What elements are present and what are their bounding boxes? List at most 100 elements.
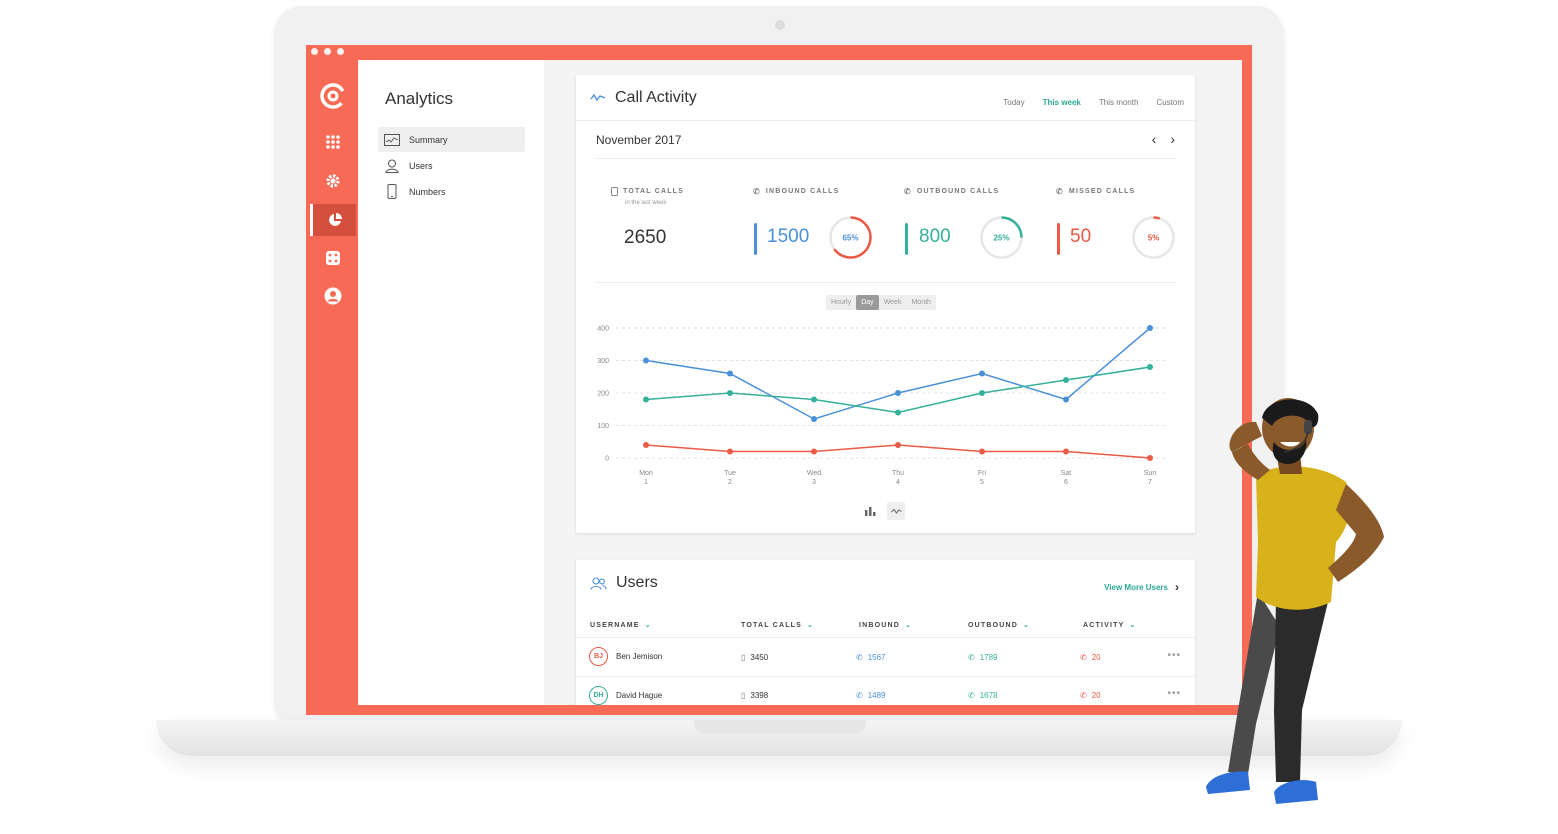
table-row[interactable]: DH David Hague ▯ 3398 ✆ 1489 ✆ 1678 ✆ 20 ••• [576,677,1195,705]
grid-icon[interactable] [310,126,356,158]
more-icon[interactable]: ••• [1167,688,1181,699]
divider [576,120,1195,121]
card-title: Call Activity [615,89,697,106]
outbound-ring: 25% [980,216,1023,259]
x-tick-sublabel: 6 [1064,479,1068,486]
stat-outbound-label: ✆ OUTBOUND CALLS [904,187,999,196]
granularity-week[interactable]: Week [879,295,907,310]
data-point [1063,396,1069,403]
user-icon[interactable] [310,280,356,312]
avatar: BJ [589,647,608,666]
tab-this-month[interactable]: This month [1099,98,1139,107]
stat-label-text: TOTAL CALLS [623,188,685,195]
chevron-down-icon: ⌄ [807,622,815,629]
stat-inbound-value: 1500 [767,226,810,247]
inbound-cell: ✆ 1567 [856,653,886,662]
activity-value: 20 [1091,653,1101,662]
phone-icon: ▯ [741,653,746,662]
x-tick-label: Tue [724,470,736,477]
more-icon[interactable]: ••• [1167,650,1181,661]
inbound-cell: ✆ 1489 [856,691,886,700]
chart-icon [384,133,400,146]
data-point [811,416,817,422]
sidebar-item-users[interactable]: Users [378,153,525,178]
column-activity[interactable]: ACTIVITY ⌄ [1083,621,1137,630]
y-tick-label: 0 [605,456,609,463]
activity-cell: ✆ 20 [1080,653,1101,662]
series-line-0 [645,327,1151,420]
column-total-calls[interactable]: TOTAL CALLS ⌄ [741,621,815,630]
dice-icon[interactable] [310,242,356,274]
user-cell: BJ Ben Jemison [589,647,662,666]
x-tick-label: Sat [1061,470,1072,477]
sidebar-item-numbers[interactable]: Numbers [378,179,525,204]
chevron-left-icon[interactable]: ‹ [1152,131,1157,147]
y-tick-label: 300 [597,358,609,365]
sidebar-item-label: Summary [409,134,448,145]
x-tick-sublabel: 4 [896,479,900,486]
column-inbound[interactable]: INBOUND ⌄ [859,621,912,630]
line-chart-icon[interactable] [887,502,905,520]
stat-outbound-value: 800 [919,226,951,247]
window-controls [311,48,344,55]
bar-chart-icon[interactable] [861,502,879,520]
month-label: November 2017 [596,133,682,147]
granularity-day[interactable]: Day [856,295,879,310]
y-tick-label: 400 [597,326,609,333]
x-tick-label: Fri [978,470,987,477]
total-calls-value: 3450 [750,653,769,662]
phone-handset-icon: ✆ [1080,653,1087,662]
person-illustration [1206,398,1384,804]
person-icon [385,159,399,173]
chevron-right-icon[interactable]: › [1170,131,1175,147]
data-point [811,396,817,403]
inbound-value: 1489 [867,691,886,700]
data-point [979,390,985,396]
laptop-notch [694,720,866,734]
total-calls-value: 3398 [750,691,769,700]
inbound-ring: 65% [829,216,872,259]
range-tabs: Today This week This month Custom [1003,98,1184,107]
gear-icon[interactable] [310,165,356,197]
data-point [727,390,733,396]
users-card: Users View More Users › USERNAME ⌄ TOTAL … [576,560,1195,705]
x-tick-sublabel: 3 [812,479,816,486]
tab-today[interactable]: Today [1003,98,1024,107]
sidebar-item-summary[interactable]: Summary [378,127,525,152]
data-point [895,390,901,396]
granularity-switch: Hourly Day Week Month [826,295,936,310]
missed-ring: 5% [1132,216,1175,259]
phone-handset-icon: ✆ [968,653,975,662]
y-tick-label: 200 [597,391,609,398]
activity-value: 20 [1091,691,1101,700]
column-username[interactable]: USERNAME ⌄ [590,621,652,630]
tab-this-week[interactable]: This week [1043,98,1081,107]
column-label: ACTIVITY [1083,621,1125,629]
column-label: INBOUND [859,621,901,629]
table-row[interactable]: BJ Ben Jemison ▯ 3450 ✆ 1567 ✆ 1789 ✆ 20 ••• [576,638,1195,676]
phone-icon: ▯ [741,691,746,700]
stat-total-label: TOTAL CALLS [611,187,684,196]
granularity-month[interactable]: Month [906,295,935,310]
data-point [811,448,817,455]
total-calls-cell: ▯ 3450 [741,653,768,662]
tab-custom[interactable]: Custom [1156,98,1184,107]
data-point [1147,364,1153,370]
column-outbound[interactable]: OUTBOUND ⌄ [968,621,1030,630]
stat-total-sub: in the last week [625,200,667,206]
data-point [727,448,733,455]
stat-inbound-label: ✆ INBOUND CALLS [753,187,839,196]
window-dot[interactable] [311,48,318,55]
view-more-users-link[interactable]: View More Users › [1104,580,1179,594]
series-line-1 [645,366,1151,414]
pie-chart-icon[interactable] [310,204,356,236]
users-icon [590,577,607,590]
x-tick-label: Mon [639,470,653,477]
phone-icon [611,187,618,196]
window-dot[interactable] [324,48,331,55]
granularity-hourly[interactable]: Hourly [826,295,856,310]
logo-icon[interactable] [310,80,356,112]
sidebar-item-label: Users [409,160,433,171]
window-dot[interactable] [337,48,344,55]
chevron-down-icon: ⌄ [644,622,652,629]
